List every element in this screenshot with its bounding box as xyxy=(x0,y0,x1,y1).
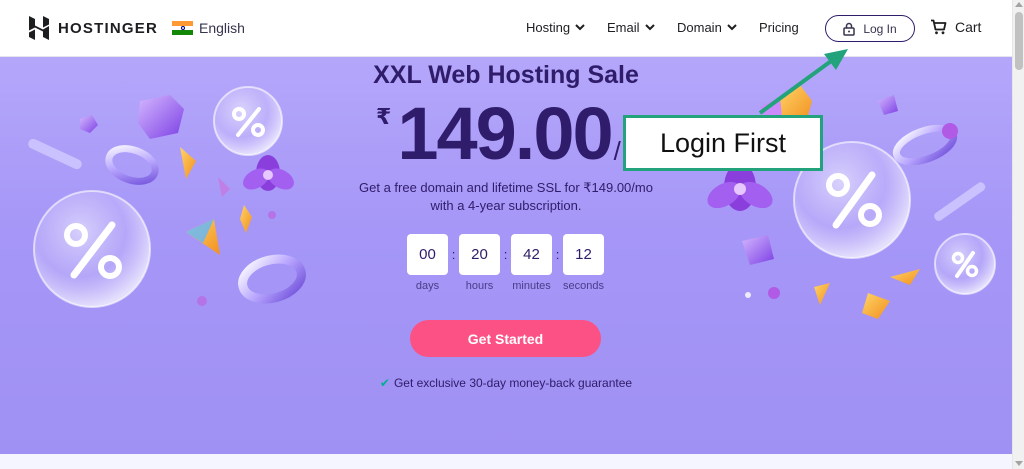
get-started-button[interactable]: Get Started xyxy=(410,320,601,357)
countdown-separator: : xyxy=(503,247,508,262)
india-flag-icon xyxy=(172,21,193,36)
language-selector[interactable]: English xyxy=(172,20,245,36)
countdown-hours: 20 hours xyxy=(459,234,500,292)
top-navigation-bar: HOSTINGER English Hosting Email Domain P… xyxy=(0,0,1012,57)
price-display: ₹ 149.00 / xyxy=(376,91,621,171)
lock-icon xyxy=(843,22,856,36)
countdown-value: 00 xyxy=(407,234,448,275)
hero-title: XXL Web Hosting Sale xyxy=(373,61,639,89)
login-first-callout: Login First xyxy=(623,115,823,171)
hero-description: Get a free domain and lifetime SSL for ₹… xyxy=(0,179,1012,215)
cart-label: Cart xyxy=(955,19,982,35)
vertical-scrollbar[interactable] xyxy=(1012,0,1024,469)
price-per: / xyxy=(613,136,621,166)
currency-symbol: ₹ xyxy=(376,104,392,129)
countdown-label: hours xyxy=(465,280,494,292)
countdown-label: seconds xyxy=(563,280,604,292)
countdown-separator: : xyxy=(451,247,456,262)
countdown-label: minutes xyxy=(512,280,551,292)
nav-item-label: Pricing xyxy=(759,20,799,35)
guarantee-text: Get exclusive 30-day money-back guarante… xyxy=(393,376,633,390)
brand-name: HOSTINGER xyxy=(58,19,158,37)
hostinger-logo[interactable]: HOSTINGER xyxy=(29,16,158,40)
description-line: Get a free domain and lifetime SSL for ₹… xyxy=(359,180,653,195)
scrollbar-thumb[interactable] xyxy=(1015,12,1023,70)
nav-item-hosting[interactable]: Hosting xyxy=(526,20,585,35)
scroll-down-arrow-icon[interactable] xyxy=(1015,461,1023,466)
countdown-value: 42 xyxy=(511,234,552,275)
countdown-label: days xyxy=(415,280,440,292)
countdown-value: 12 xyxy=(563,234,604,275)
countdown-value: 20 xyxy=(459,234,500,275)
countdown-seconds: 12 seconds xyxy=(563,234,604,292)
hero-banner: XXL Web Hosting Sale ₹ 149.00 / Get a fr… xyxy=(0,57,1012,454)
login-button[interactable]: Log In xyxy=(825,15,915,42)
nav-item-label: Domain xyxy=(677,20,722,35)
chevron-down-icon xyxy=(727,24,737,31)
cart-link[interactable]: Cart xyxy=(930,19,981,35)
description-line: with a 4-year subscription. xyxy=(430,198,582,213)
nav-item-domain[interactable]: Domain xyxy=(677,20,737,35)
login-label: Log In xyxy=(863,21,897,36)
countdown-days: 00 days xyxy=(407,234,448,292)
section-divider xyxy=(0,454,1012,469)
chevron-down-icon xyxy=(575,24,585,31)
money-back-guarantee: ✔ Get exclusive 30-day money-back guarant… xyxy=(0,376,1012,390)
countdown-timer: 00 days : 20 hours : 42 minutes : 12 sec… xyxy=(407,234,604,292)
percent-bubble-icon xyxy=(934,233,996,295)
chevron-down-icon xyxy=(644,24,655,31)
nav-item-label: Hosting xyxy=(526,20,571,35)
countdown-minutes: 42 minutes xyxy=(511,234,552,292)
countdown-separator: : xyxy=(555,247,560,262)
hostinger-logo-icon xyxy=(29,16,49,40)
cart-icon xyxy=(931,19,947,35)
scroll-up-arrow-icon[interactable] xyxy=(1015,2,1023,7)
percent-bubble-icon xyxy=(213,86,283,156)
price-amount: 149.00 xyxy=(397,92,613,175)
nav-item-email[interactable]: Email xyxy=(607,20,655,35)
language-label: English xyxy=(199,20,245,36)
nav-item-label: Email xyxy=(607,20,640,35)
checkmark-icon: ✔ xyxy=(379,376,390,390)
page: HOSTINGER English Hosting Email Domain P… xyxy=(0,0,1012,469)
nav-item-pricing[interactable]: Pricing xyxy=(759,20,799,35)
